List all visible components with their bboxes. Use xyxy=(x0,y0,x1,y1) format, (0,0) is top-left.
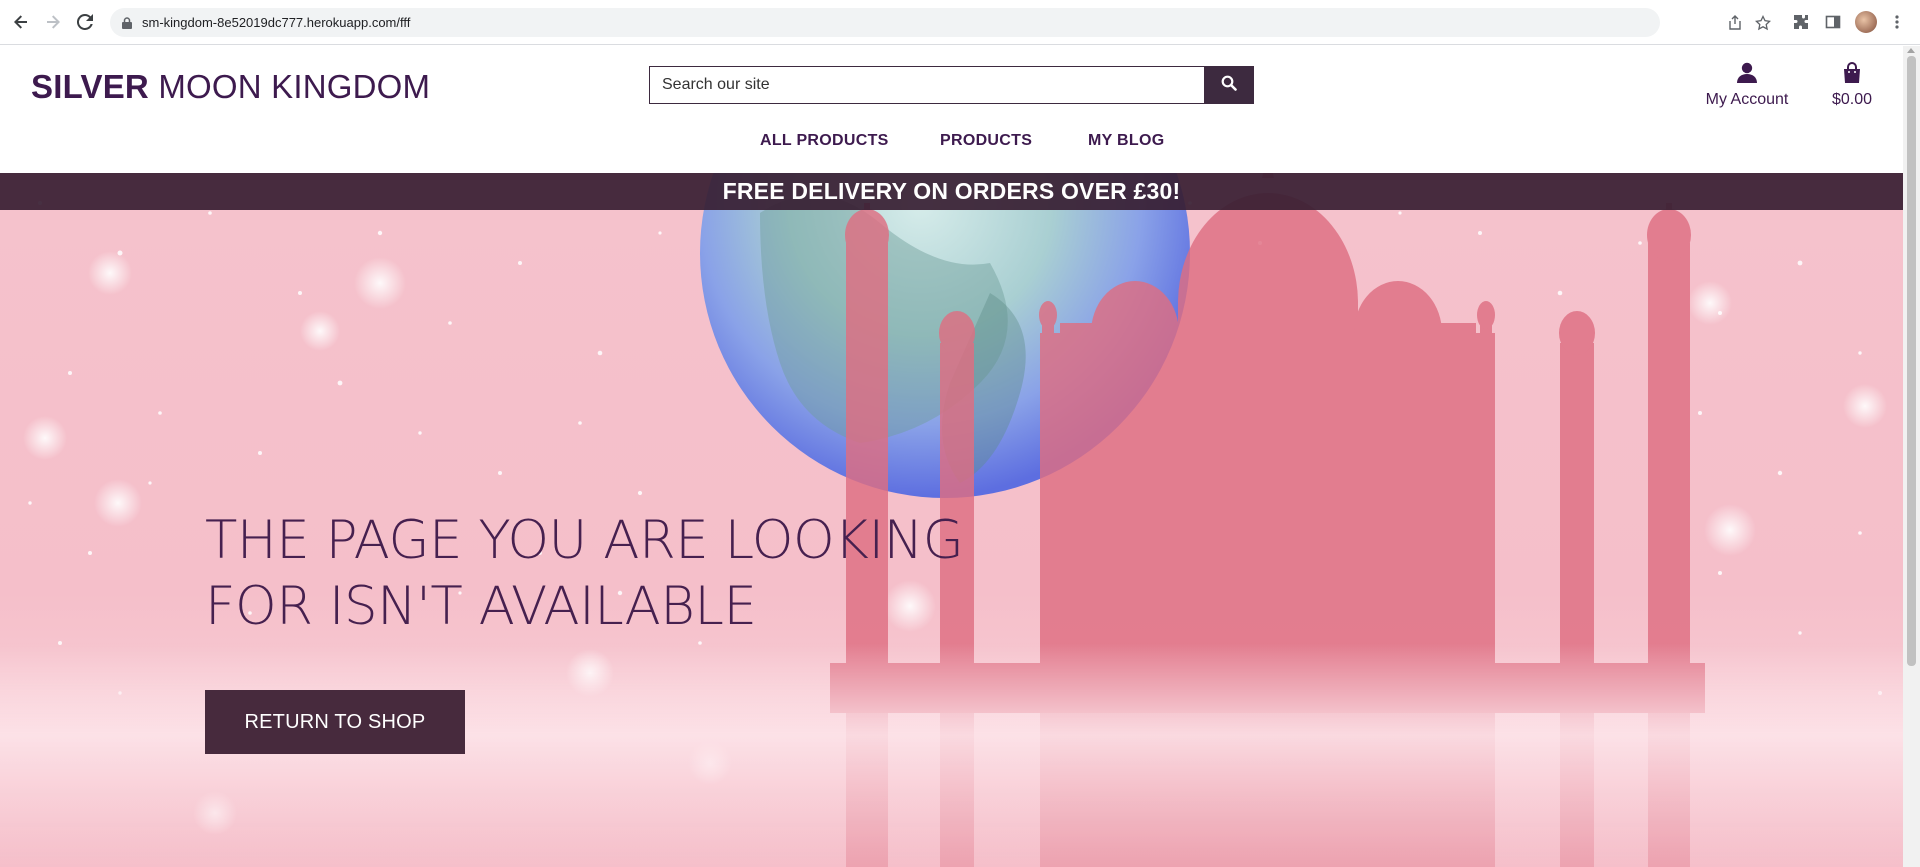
delivery-banner-text: FREE DELIVERY ON ORDERS OVER £30! xyxy=(722,178,1181,204)
search-button[interactable] xyxy=(1204,66,1254,104)
side-panel-icon[interactable] xyxy=(1822,11,1844,33)
site-logo[interactable]: SILVER MOON KINGDOM xyxy=(31,68,430,106)
user-icon xyxy=(1737,62,1757,88)
reload-icon[interactable] xyxy=(74,11,96,33)
cart-total: $0.00 xyxy=(1831,91,1873,108)
site-header: SILVER MOON KINGDOM Search our site My A… xyxy=(0,46,1903,173)
logo-rest-text: MOON KINGDOM xyxy=(148,68,431,105)
logo-bold-text: SILVER xyxy=(31,68,149,105)
scrollbar-thumb[interactable] xyxy=(1907,56,1916,666)
profile-avatar[interactable] xyxy=(1855,11,1877,33)
return-to-shop-button[interactable]: RETURN TO SHOP xyxy=(205,690,465,754)
error-heading: THE PAGE YOU ARE LOOKING FOR ISN'T AVAIL… xyxy=(205,508,965,640)
error-heading-line1: THE PAGE YOU ARE LOOKING xyxy=(205,510,964,571)
scroll-up-arrow-icon[interactable] xyxy=(1907,48,1915,53)
my-account-label: My Account xyxy=(1705,91,1789,108)
share-icon[interactable] xyxy=(1724,12,1746,34)
page-scrollbar[interactable] xyxy=(1903,46,1920,867)
more-menu-icon[interactable] xyxy=(1886,11,1908,33)
lock-icon xyxy=(122,16,132,34)
my-account-link[interactable]: My Account xyxy=(1702,62,1792,109)
hero-section: THE PAGE YOU ARE LOOKING FOR ISN'T AVAIL… xyxy=(0,173,1903,867)
site-search: Search our site xyxy=(649,66,1254,104)
back-arrow-icon[interactable] xyxy=(10,11,32,33)
shopping-bag-icon xyxy=(1842,62,1862,88)
extensions-icon[interactable] xyxy=(1790,11,1812,33)
main-navigation: ALL PRODUCTS PRODUCTS MY BLOG xyxy=(0,132,1903,156)
nav-products[interactable]: PRODUCTS xyxy=(940,132,1032,150)
star-icon[interactable] xyxy=(1752,12,1774,34)
cart-link[interactable]: $0.00 xyxy=(1826,62,1878,109)
nav-all-products[interactable]: ALL PRODUCTS xyxy=(760,132,889,150)
browser-toolbar: sm-kingdom-8e52019dc777.herokuapp.com/ff… xyxy=(0,0,1920,45)
page-viewport: THE PAGE YOU ARE LOOKING FOR ISN'T AVAIL… xyxy=(0,46,1903,867)
nav-my-blog[interactable]: MY BLOG xyxy=(1088,132,1164,150)
forward-arrow-icon[interactable] xyxy=(42,11,64,33)
address-bar[interactable]: sm-kingdom-8e52019dc777.herokuapp.com/ff… xyxy=(110,8,1771,37)
delivery-banner: FREE DELIVERY ON ORDERS OVER £30! xyxy=(0,173,1903,210)
search-icon xyxy=(1221,75,1237,96)
error-heading-line2: FOR ISN'T AVAILABLE xyxy=(205,576,757,637)
url-text: sm-kingdom-8e52019dc777.herokuapp.com/ff… xyxy=(142,15,411,30)
search-input[interactable]: Search our site xyxy=(649,66,1204,104)
